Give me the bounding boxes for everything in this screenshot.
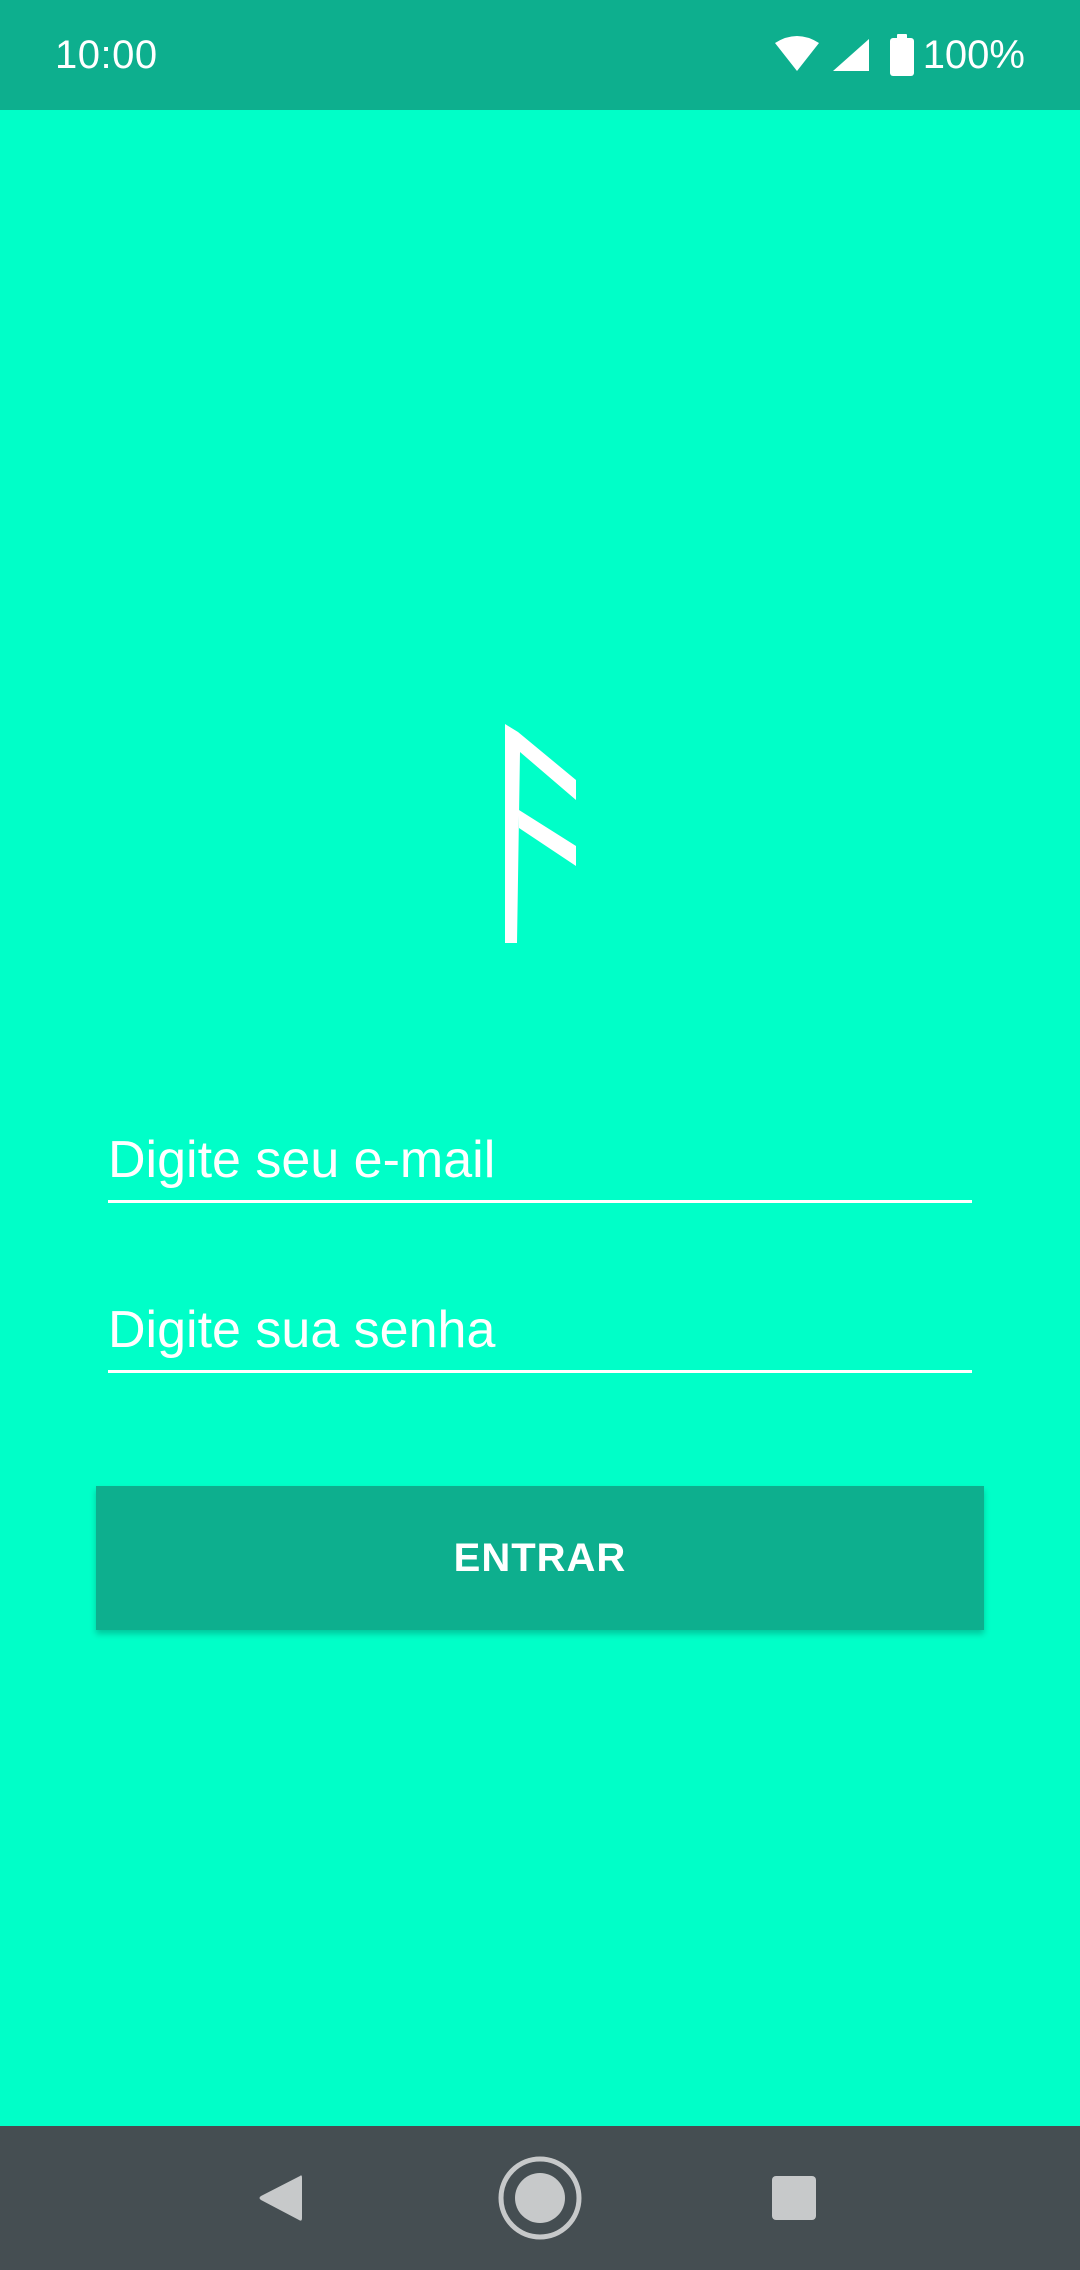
email-field — [108, 1120, 972, 1203]
rune-logo-icon — [490, 718, 590, 948]
email-input[interactable] — [108, 1130, 972, 1190]
login-screen: 10:00 100% Digite seu e-mail ENTRAR — [0, 0, 1080, 2270]
home-icon[interactable] — [490, 2148, 590, 2248]
password-input[interactable] — [108, 1300, 972, 1360]
status-bar: 10:00 100% — [0, 0, 1080, 110]
cellular-signal-icon — [831, 37, 871, 73]
wifi-icon — [773, 35, 821, 75]
password-field — [108, 1290, 972, 1373]
battery-icon — [889, 34, 915, 76]
status-time: 10:00 — [55, 33, 158, 77]
navigation-bar — [0, 2126, 1080, 2270]
battery-percentage: 100% — [922, 33, 1025, 77]
login-button[interactable]: ENTRAR — [96, 1486, 984, 1630]
status-icons: 100% — [773, 30, 1025, 80]
back-icon[interactable] — [230, 2148, 330, 2248]
recents-icon[interactable] — [744, 2148, 844, 2248]
